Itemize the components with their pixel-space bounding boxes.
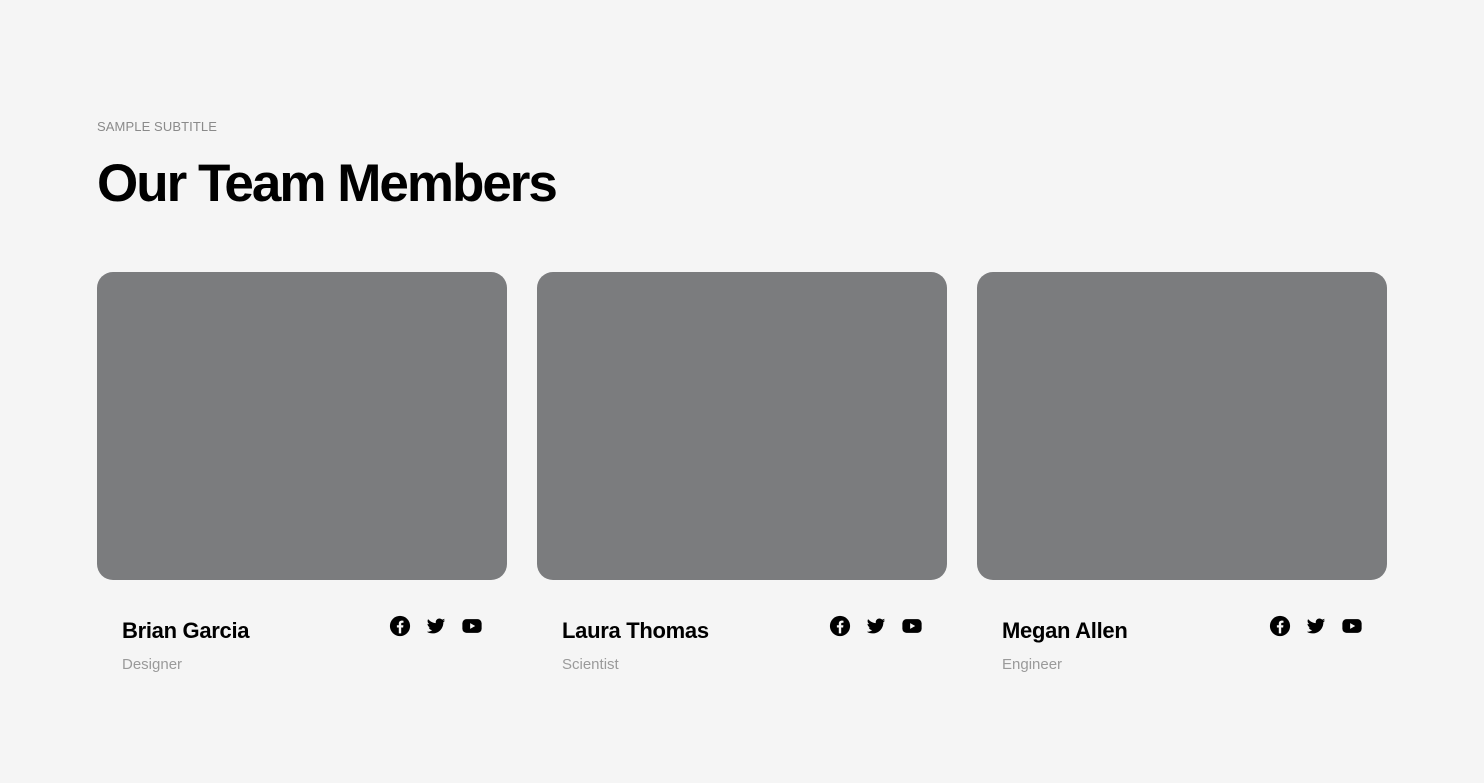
team-member-card: Brian Garcia Designer xyxy=(97,272,507,680)
facebook-icon[interactable] xyxy=(389,615,411,637)
youtube-icon[interactable] xyxy=(461,615,483,637)
member-info: Megan Allen Engineer xyxy=(977,580,1387,680)
team-cards: Brian Garcia Designer Laura Thomas Scien… xyxy=(97,272,1387,680)
member-photo-placeholder xyxy=(537,272,947,580)
facebook-icon[interactable] xyxy=(1269,615,1291,637)
twitter-icon[interactable] xyxy=(865,615,887,637)
twitter-icon[interactable] xyxy=(1305,615,1327,637)
team-member-card: Megan Allen Engineer xyxy=(977,272,1387,680)
team-member-card: Laura Thomas Scientist xyxy=(537,272,947,680)
facebook-icon[interactable] xyxy=(829,615,851,637)
section-subtitle: SAMPLE SUBTITLE xyxy=(97,119,217,134)
member-info: Brian Garcia Designer xyxy=(97,580,507,680)
member-photo-placeholder xyxy=(977,272,1387,580)
member-info: Laura Thomas Scientist xyxy=(537,580,947,680)
social-links xyxy=(829,615,923,637)
twitter-icon[interactable] xyxy=(425,615,447,637)
youtube-icon[interactable] xyxy=(1341,615,1363,637)
member-name: Megan Allen xyxy=(1002,618,1128,643)
member-role: Engineer xyxy=(1002,656,1063,673)
member-name: Brian Garcia xyxy=(122,618,250,643)
member-role: Designer xyxy=(122,656,183,673)
section-title: Our Team Members xyxy=(97,154,558,213)
member-name: Laura Thomas xyxy=(562,618,709,643)
member-role: Scientist xyxy=(562,656,619,673)
member-photo-placeholder xyxy=(97,272,507,580)
youtube-icon[interactable] xyxy=(901,615,923,637)
social-links xyxy=(1269,615,1363,637)
social-links xyxy=(389,615,483,637)
